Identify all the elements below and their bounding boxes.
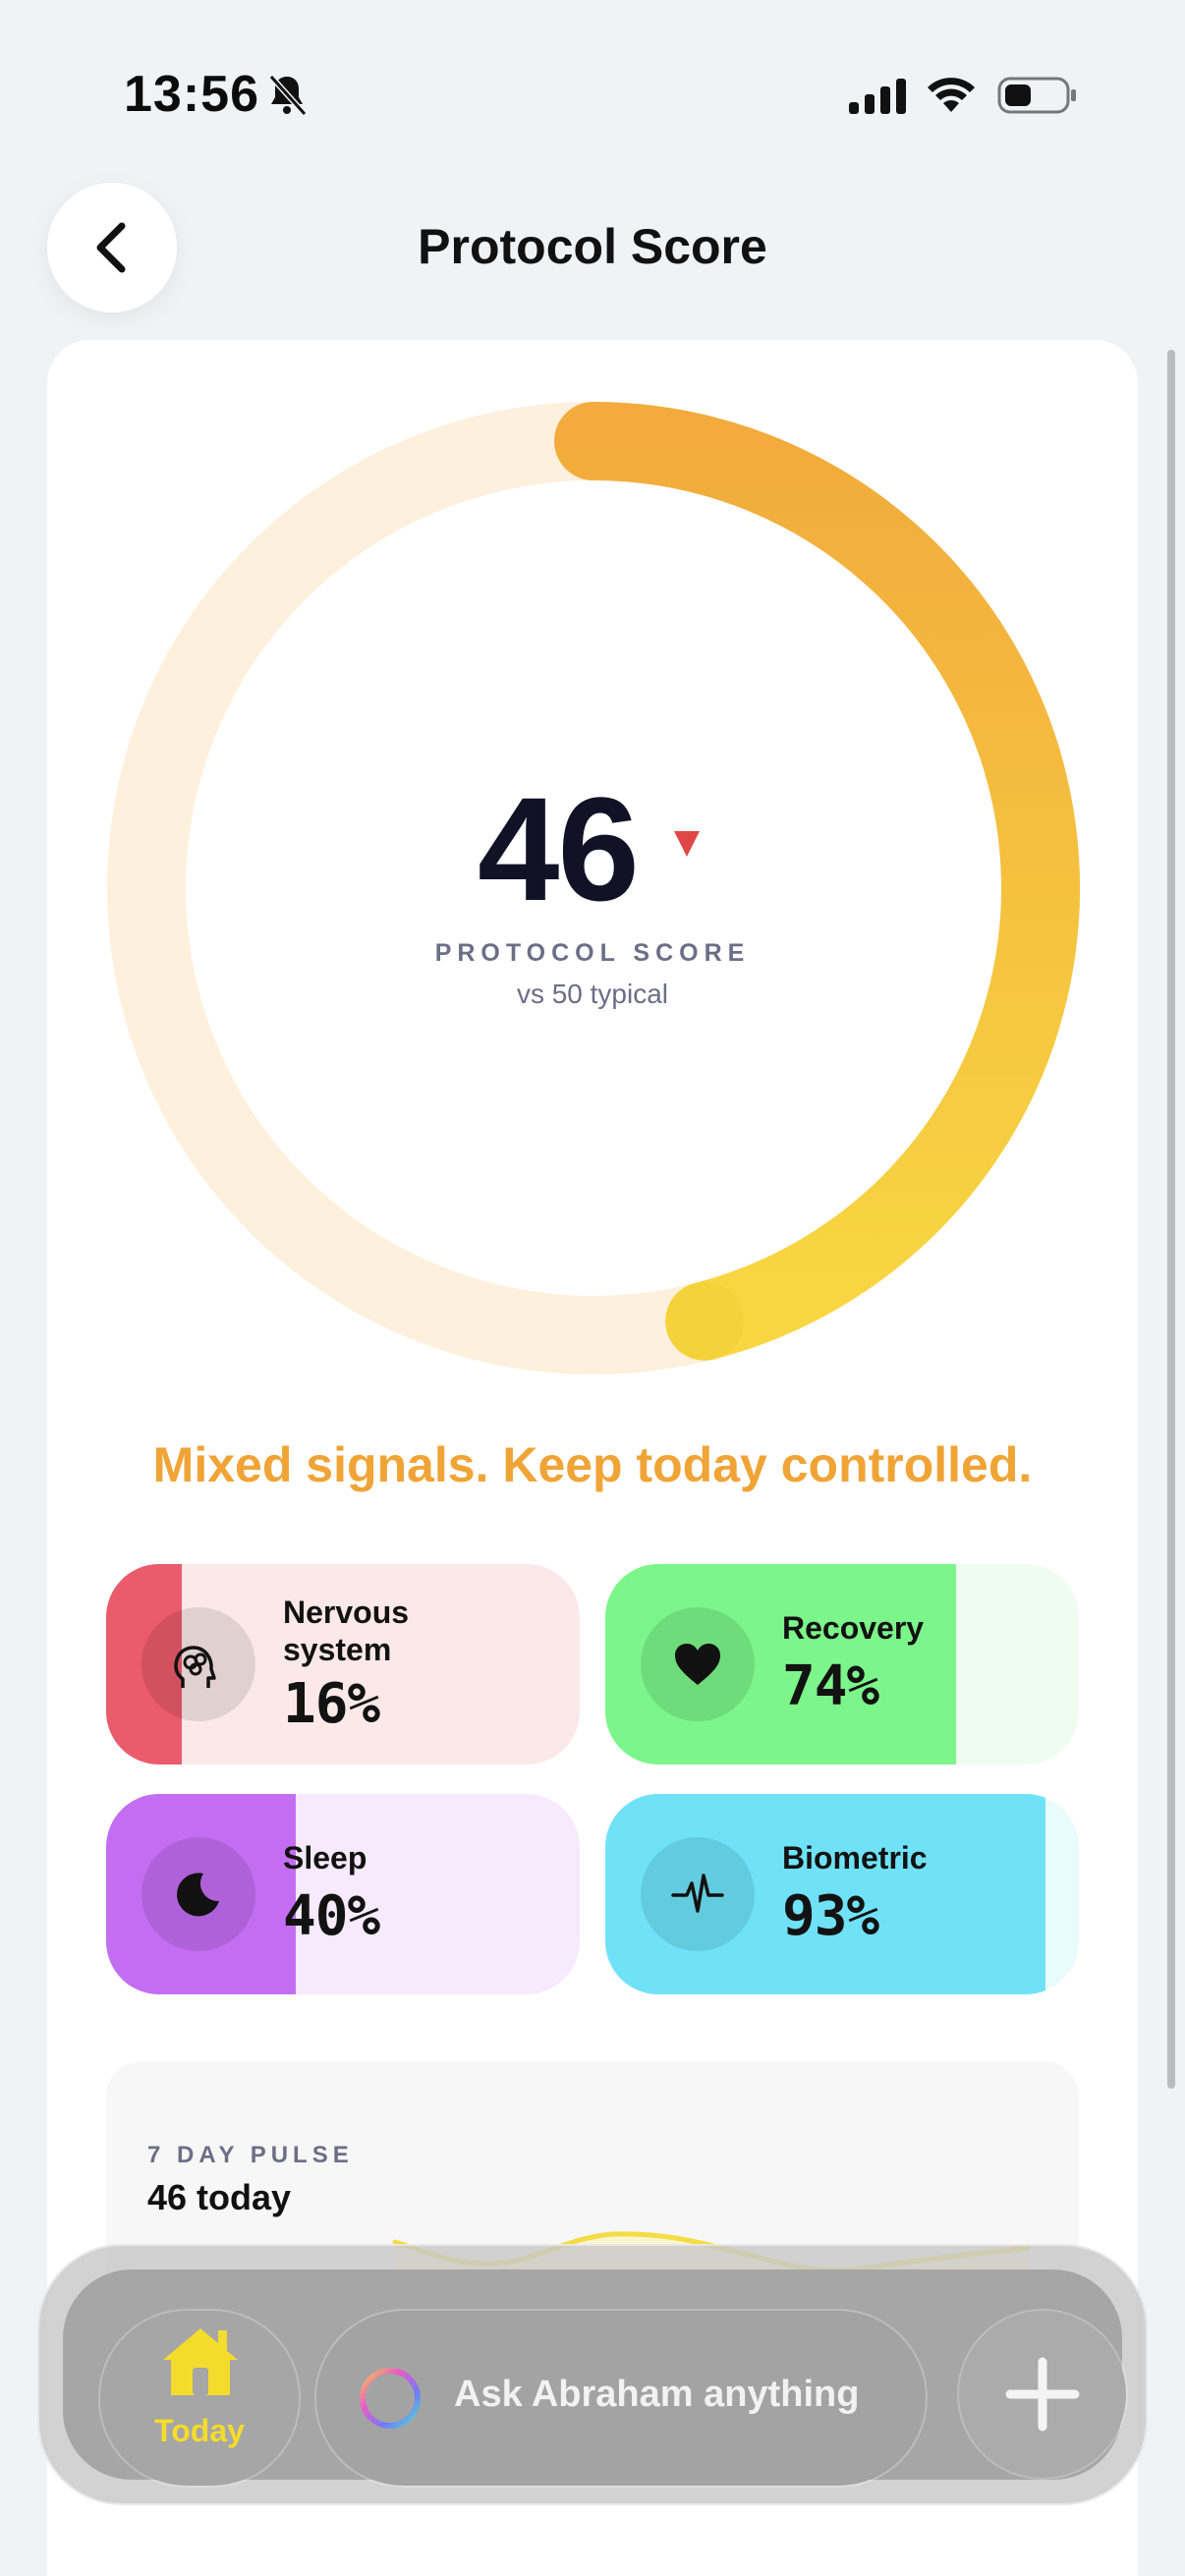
score-value: 46: [478, 766, 640, 931]
metric-value: 40%: [283, 1884, 380, 1948]
metric-recovery[interactable]: Recovery 74%: [605, 1564, 1079, 1764]
metric-sleep[interactable]: Sleep 40%: [106, 1794, 580, 1994]
battery-icon: [997, 77, 1076, 114]
plus-icon: [1005, 2357, 1080, 2432]
headline: Mixed signals. Keep today controlled.: [152, 1437, 1033, 1492]
tab-today[interactable]: Today: [100, 2311, 299, 2486]
bottom-bar: Today Ask Abraham anything: [37, 2244, 1148, 2505]
metric-label: Sleep: [283, 1840, 367, 1876]
metric-biometric[interactable]: Biometric 93%: [605, 1794, 1079, 1994]
metric-label: Nervous system: [283, 1595, 410, 1667]
metric-label: Biometric: [782, 1840, 928, 1876]
ask-input[interactable]: Ask Abraham anything: [316, 2311, 926, 2486]
gauge-progress: [554, 402, 1081, 1361]
bottom-bar-inner: Today Ask Abraham anything: [63, 2269, 1126, 2486]
gauge-knob: [665, 1281, 745, 1361]
metric-value: 74%: [782, 1654, 879, 1718]
page-title: Protocol Score: [418, 219, 767, 274]
metric-label: Recovery: [782, 1610, 925, 1646]
status-bar: 13:56: [0, 0, 1185, 147]
metric-value: 16%: [283, 1672, 380, 1736]
wifi-icon: [928, 78, 975, 112]
tab-today-label: Today: [154, 2413, 245, 2448]
metric-nervous-system[interactable]: Nervous system 16%: [106, 1564, 580, 1764]
brain-head-icon: [141, 1607, 255, 1721]
status-time: 13:56: [124, 66, 259, 123]
signal-icon: [849, 79, 906, 114]
house-icon: [163, 2328, 238, 2395]
gradient-ring-icon: [360, 2368, 421, 2429]
bell-slash-icon: [268, 74, 308, 117]
metric-value: 93%: [782, 1884, 879, 1948]
score-comparison: vs 50 typical: [516, 979, 669, 1009]
add-button[interactable]: [959, 2311, 1126, 2478]
moon-icon: [141, 1837, 255, 1951]
scroll-indicator[interactable]: [1167, 350, 1175, 2089]
score-label: PROTOCOL SCORE: [434, 939, 751, 967]
ask-placeholder: Ask Abraham anything: [454, 2374, 860, 2415]
pulse-icon: [641, 1837, 755, 1951]
pulse-value: 46 today: [147, 2177, 292, 2217]
heart-icon: [641, 1607, 755, 1721]
trend-down-icon: [674, 831, 700, 857]
pulse-label: 7 DAY PULSE: [147, 2142, 354, 2168]
